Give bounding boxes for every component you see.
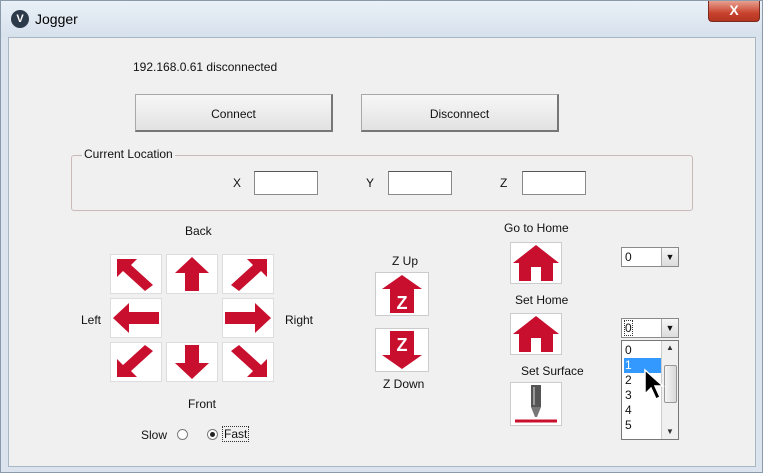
set-home-button[interactable] (510, 313, 562, 355)
jog-right-button[interactable] (222, 298, 274, 338)
front-label: Front (188, 397, 217, 411)
go-to-home-label: Go to Home (504, 221, 569, 235)
y-label: Y (366, 176, 375, 190)
close-button[interactable]: X (708, 1, 760, 22)
right-label: Right (285, 313, 314, 327)
back-label: Back (185, 224, 212, 238)
current-location-group (71, 155, 693, 211)
go-to-home-select[interactable]: 0 ▼ (621, 247, 679, 267)
jog-left-button[interactable] (110, 298, 162, 338)
z-down-label: Z Down (383, 377, 425, 391)
house-icon (513, 245, 559, 281)
arrow-right-icon (225, 303, 271, 333)
z-down-button[interactable]: Z (375, 328, 429, 372)
probe-tip-icon (515, 385, 557, 423)
z-glyph: Z (397, 293, 408, 313)
connection-status: 192.168.0.61 disconnected (133, 60, 278, 74)
arrow-down-icon (175, 345, 209, 379)
y-field[interactable] (388, 171, 452, 195)
select-value: 0 (625, 250, 632, 264)
jog-back-right-button[interactable] (222, 254, 274, 294)
left-label: Left (81, 313, 102, 327)
set-home-label: Set Home (515, 293, 569, 307)
connect-button[interactable]: Connect (135, 94, 333, 132)
jog-back-left-button[interactable] (110, 254, 162, 294)
fast-radio[interactable] (207, 429, 218, 440)
x-field[interactable] (254, 171, 318, 195)
house-icon (513, 316, 559, 352)
set-surface-button[interactable] (510, 382, 562, 426)
dropdown-option[interactable]: 5 (624, 418, 661, 433)
jogger-logo-icon: V (11, 10, 29, 28)
dropdown-option[interactable]: 4 (624, 403, 661, 418)
chevron-down-icon[interactable]: ▼ (661, 248, 678, 266)
current-location-label: Current Location (82, 147, 175, 161)
jog-front-left-button[interactable] (110, 342, 162, 382)
mouse-pointer-icon (644, 368, 665, 401)
arrow-down-left-icon (117, 345, 153, 377)
fast-label: Fast (222, 426, 250, 442)
x-label: X (233, 176, 242, 190)
radio-selected-dot (210, 432, 215, 437)
dropdown-option[interactable]: 0 (624, 343, 661, 358)
jog-front-right-button[interactable] (222, 342, 274, 382)
z-up-arrow-icon: Z (382, 275, 422, 313)
slow-label: Slow (141, 428, 168, 442)
scroll-down-icon[interactable]: ▼ (662, 425, 678, 439)
set-surface-label: Set Surface (521, 364, 584, 378)
scroll-up-icon[interactable]: ▲ (662, 341, 678, 355)
disconnect-button[interactable]: Disconnect (361, 94, 559, 132)
arrow-up-icon (175, 257, 209, 291)
go-to-home-button[interactable] (510, 242, 562, 284)
z-label: Z (500, 176, 508, 190)
arrow-up-right-icon (231, 259, 267, 291)
z-up-button[interactable]: Z (375, 272, 429, 316)
slow-radio[interactable] (177, 429, 188, 440)
z-up-label: Z Up (392, 254, 419, 268)
chevron-down-icon[interactable]: ▼ (661, 319, 678, 337)
z-down-arrow-icon: Z (382, 331, 422, 369)
select-value: 0 (624, 320, 633, 336)
arrow-up-left-icon (117, 259, 153, 291)
z-field[interactable] (522, 171, 586, 195)
arrow-down-right-icon (231, 345, 267, 377)
window-title: Jogger (35, 11, 78, 27)
jog-back-button[interactable] (166, 254, 218, 294)
z-glyph: Z (397, 335, 408, 355)
jog-front-button[interactable] (166, 342, 218, 382)
arrow-left-icon (113, 303, 159, 333)
title-bar[interactable]: V Jogger X (1, 1, 762, 37)
set-home-select[interactable]: 0 ▼ (621, 318, 679, 338)
